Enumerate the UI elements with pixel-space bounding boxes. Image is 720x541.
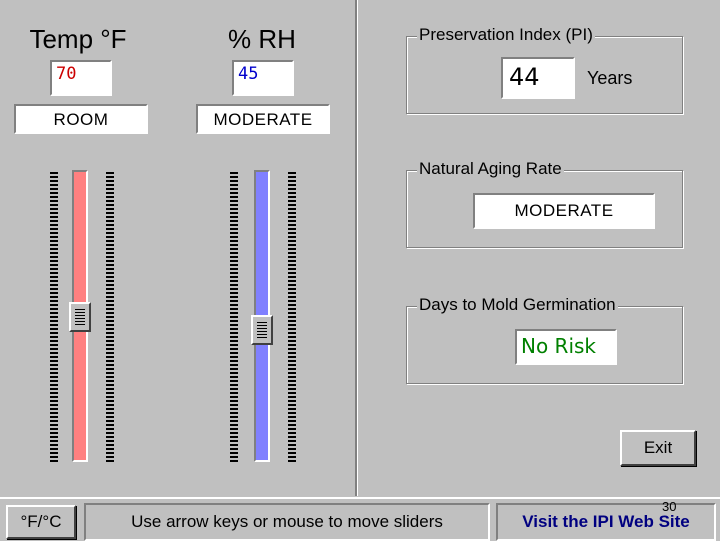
rh-scale-left	[230, 172, 238, 462]
rh-header: % RH	[228, 24, 296, 54]
temp-category: ROOM	[14, 104, 148, 134]
temp-input[interactable]: 70	[50, 60, 112, 96]
status-hint-text: Use arrow keys or mouse to move sliders	[131, 512, 443, 531]
panel-divider	[355, 0, 358, 496]
mold-title: Days to Mold Germination	[417, 295, 618, 315]
exit-button[interactable]: Exit	[620, 430, 696, 466]
temp-scale-left	[50, 172, 58, 462]
status-hint: Use arrow keys or mouse to move sliders	[84, 503, 490, 541]
pi-group: Preservation Index (PI) 44 Years	[406, 25, 683, 114]
status-bar: °F/°C Use arrow keys or mouse to move sl…	[0, 497, 720, 541]
temp-header: Temp °F	[29, 24, 127, 54]
rh-input[interactable]: 45	[232, 60, 294, 96]
mold-value: No Risk	[515, 329, 617, 365]
pi-value: 44	[501, 57, 575, 99]
slide-number: 30	[662, 499, 677, 514]
temp-slider-thumb[interactable]	[69, 302, 91, 332]
pi-unit: Years	[587, 68, 633, 88]
pi-title: Preservation Index (PI)	[417, 25, 595, 45]
units-toggle-button[interactable]: °F/°C	[6, 505, 76, 539]
rh-scale-right	[288, 172, 296, 462]
ipi-web-site-link[interactable]: Visit the IPI Web Site	[522, 512, 690, 531]
rh-slider-thumb[interactable]	[251, 315, 273, 345]
ipi-link-panel: Visit the IPI Web Site	[496, 503, 716, 541]
aging-group: Natural Aging Rate MODERATE	[406, 159, 683, 248]
rh-category: MODERATE	[196, 104, 330, 134]
temp-scale-right	[106, 172, 114, 462]
mold-group: Days to Mold Germination No Risk	[406, 295, 683, 384]
aging-title: Natural Aging Rate	[417, 159, 564, 179]
aging-value: MODERATE	[473, 193, 655, 229]
